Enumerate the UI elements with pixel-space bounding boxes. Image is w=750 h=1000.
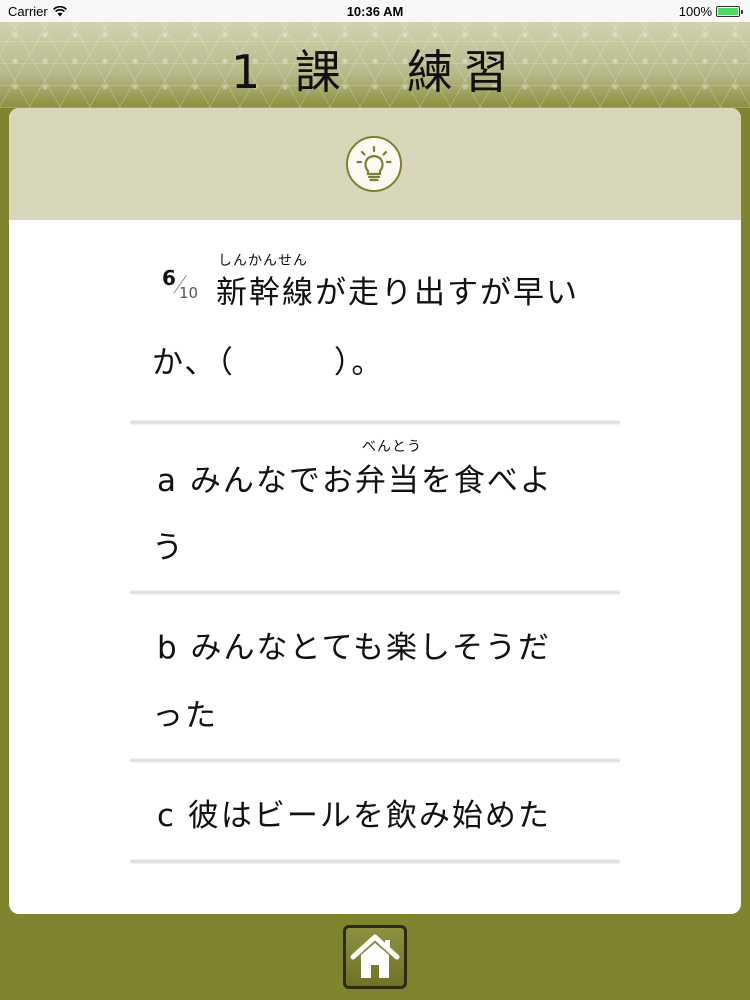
- option-a-ruby: べんとう: [362, 439, 422, 455]
- option-b-line-1: b みんなとても楽しそうだ: [157, 630, 552, 666]
- option-c-line-1: c 彼はビールを飲み始めた: [157, 798, 551, 834]
- option-b-line-2: った: [152, 698, 218, 734]
- question-line-2: か、（ ）。: [152, 345, 385, 381]
- home-button[interactable]: [343, 925, 407, 989]
- divider: [130, 758, 620, 763]
- status-time: 10:36 AM: [346, 4, 404, 19]
- question-line-1: 新幹線が走り出すが早い: [216, 275, 579, 311]
- battery-percent: 100%: [678, 4, 712, 19]
- divider: [130, 420, 620, 425]
- option-a-line-2: う: [152, 530, 185, 566]
- battery-icon: [716, 6, 743, 17]
- lightbulb-icon: [356, 145, 392, 182]
- question-counter: 6 10: [161, 266, 201, 304]
- card-header: [9, 108, 741, 220]
- home-icon: [350, 934, 400, 978]
- battery-fill: [718, 8, 738, 15]
- status-right: 100%: [678, 4, 743, 19]
- counter-current: 6: [162, 266, 176, 290]
- divider: [130, 859, 620, 864]
- header: 1 課 練習: [0, 22, 750, 108]
- hint-button[interactable]: [346, 136, 402, 192]
- divider: [130, 590, 620, 595]
- counter-total: 10: [179, 284, 199, 302]
- option-a-line-1: a みんなでお弁当を食べよ: [157, 463, 553, 499]
- status-bar: Carrier 10:36 AM 100%: [0, 0, 750, 22]
- page-title: 1 課 練習: [231, 45, 519, 99]
